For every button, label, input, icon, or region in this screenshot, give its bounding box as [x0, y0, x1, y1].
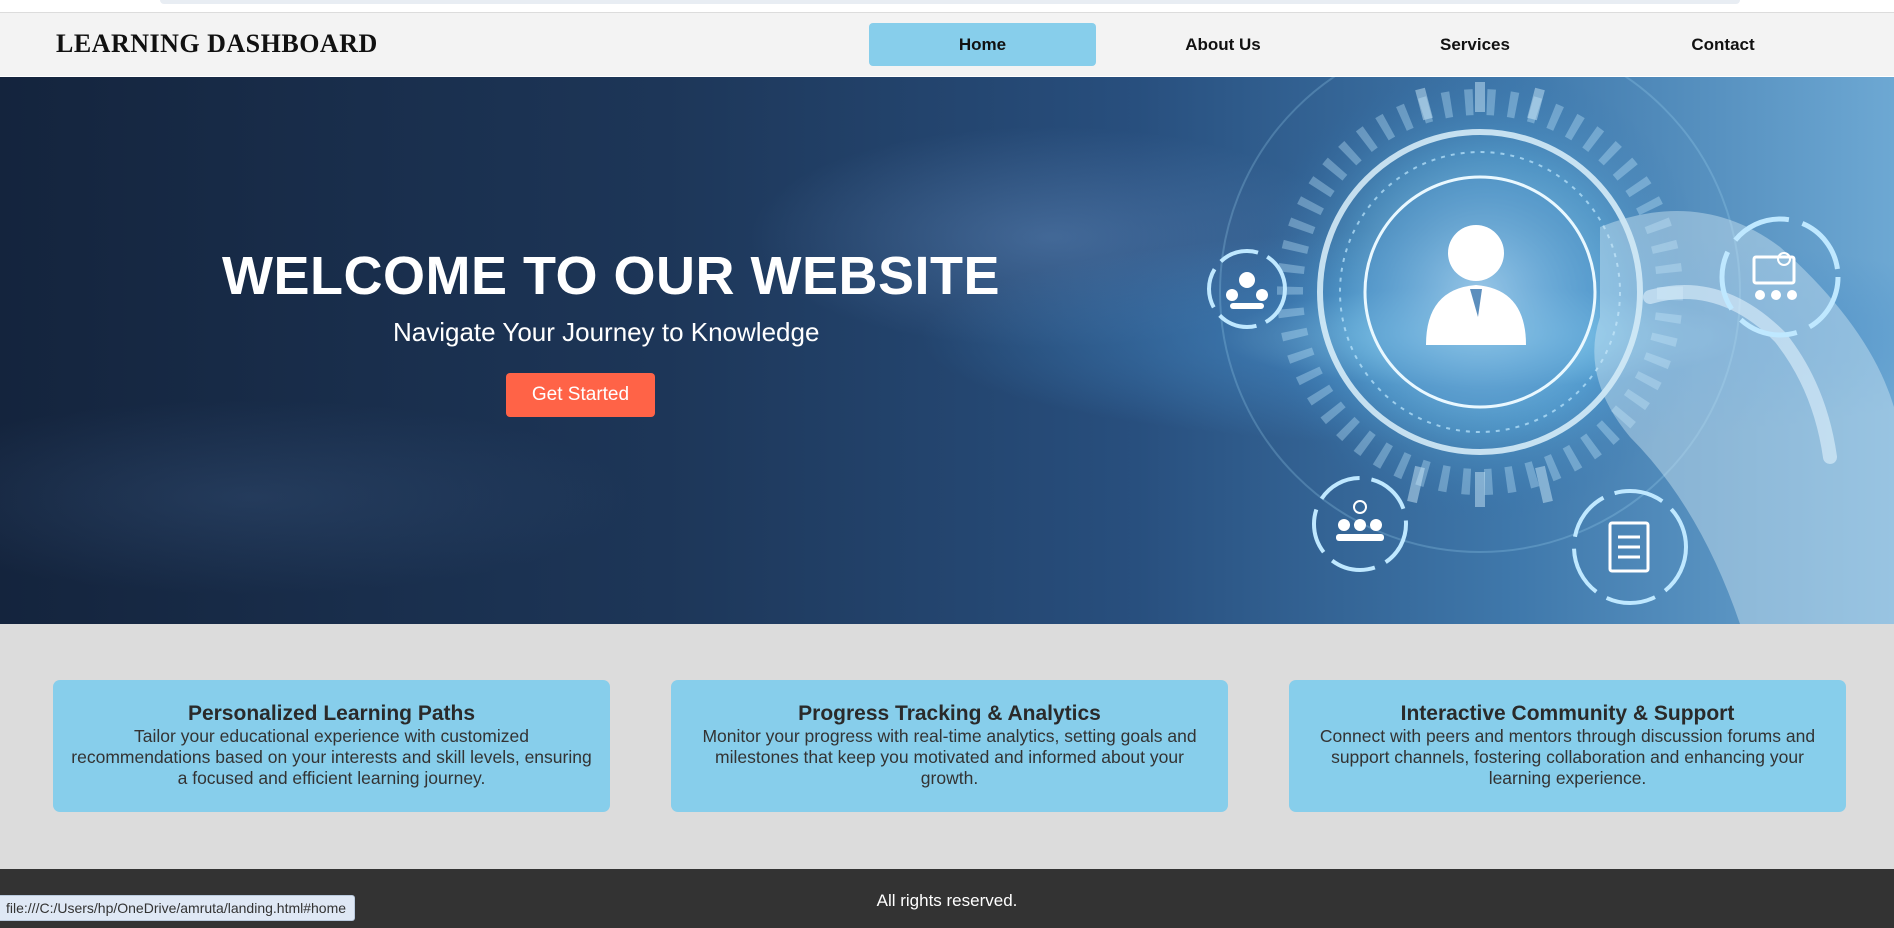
hero-banner: WELCOME TO OUR WEBSITE Navigate Your Jou… [0, 77, 1894, 624]
feature-description: Connect with peers and mentors through d… [1319, 726, 1816, 788]
feature-title: Personalized Learning Paths [187, 702, 476, 725]
hero-title: WELCOME TO OUR WEBSITE [222, 246, 1000, 306]
browser-bar-edge [160, 0, 1740, 4]
team-check-icon [1312, 476, 1408, 572]
brand-logo[interactable]: LEARNING DASHBOARD [56, 29, 378, 59]
feature-card-progress-tracking: Progress Tracking & Analytics Monitor yo… [671, 680, 1228, 812]
features-section: Personalized Learning Paths Tailor your … [0, 624, 1894, 869]
nav-home[interactable]: Home [869, 23, 1096, 66]
feature-card-community-support: Interactive Community & Support Connect … [1289, 680, 1846, 812]
feature-title: Interactive Community & Support [1400, 702, 1735, 725]
document-checklist-icon [1572, 489, 1688, 605]
browser-status-url: file:///C:/Users/hp/OneDrive/amruta/land… [0, 895, 356, 921]
site-header: LEARNING DASHBOARD Home About Us Service… [0, 12, 1894, 76]
feature-description: Monitor your progress with real-time ana… [702, 726, 1197, 788]
nav-contact[interactable]: Contact [1610, 23, 1836, 66]
feature-title: Progress Tracking & Analytics [798, 702, 1101, 725]
feature-card-learning-paths: Personalized Learning Paths Tailor your … [53, 680, 610, 812]
feature-description: Tailor your educational experience with … [71, 726, 592, 788]
nav-about-us[interactable]: About Us [1110, 23, 1336, 66]
get-started-button[interactable]: Get Started [506, 373, 655, 417]
nav-services[interactable]: Services [1362, 23, 1588, 66]
hero-subtitle: Navigate Your Journey to Knowledge [393, 317, 820, 347]
hero-tech-illustration [1207, 77, 1894, 624]
browser-top-strip [0, 0, 1894, 12]
